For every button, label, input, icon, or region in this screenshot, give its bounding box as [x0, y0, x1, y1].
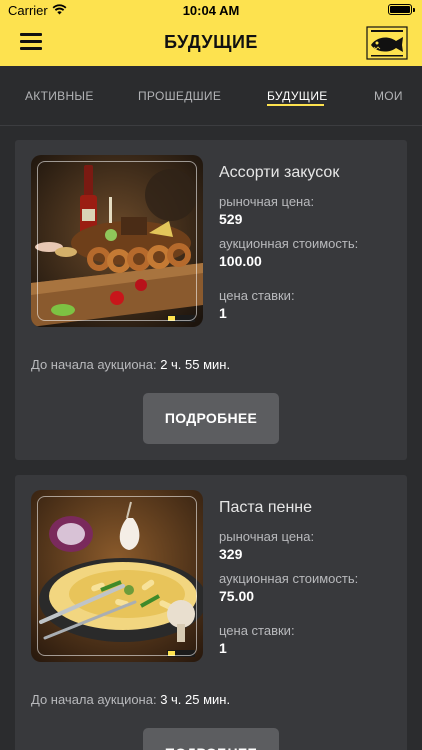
bid-price-label: цена ставки: — [219, 623, 295, 638]
bid-price-label: цена ставки: — [219, 288, 295, 303]
clock: 10:04 AM — [182, 3, 240, 18]
tab-active[interactable]: АКТИВНЫЕ — [25, 89, 94, 103]
market-price-value: 529 — [219, 211, 243, 227]
tab-past[interactable]: ПРОШЕДШИЕ — [138, 89, 221, 103]
lot-title: Ассорти закусок — [219, 164, 340, 181]
appetizer-platter-photo[interactable] — [31, 155, 203, 327]
market-price-value: 329 — [219, 546, 243, 562]
tab-upcoming[interactable]: БУДУЩИЕ — [267, 89, 328, 103]
countdown-label: До начала аукциона: — [31, 357, 161, 372]
bid-price-value: 1 — [219, 305, 227, 321]
auction-countdown: До начала аукциона: 3 ч. 25 мин. — [31, 692, 230, 707]
market-price-label: рыночная цена: — [219, 194, 315, 209]
countdown-label: До начала аукциона: — [31, 692, 161, 707]
penne-pasta-photo[interactable] — [31, 490, 203, 662]
battery-icon — [388, 4, 415, 15]
countdown-value: 3 ч. 25 мин. — [160, 692, 231, 707]
lot-card: Ассорти закусок рыночная цена: 529 аукци… — [15, 140, 407, 460]
auction-cost-label: аукционная стоимость: — [219, 236, 359, 251]
auction-cost-value: 75.00 — [219, 588, 255, 604]
details-button[interactable]: ПОДРОБНЕЕ — [143, 393, 279, 444]
market-price-label: рыночная цена: — [219, 529, 315, 544]
tab-indicator — [267, 104, 324, 106]
countdown-value: 2 ч. 55 мин. — [160, 357, 231, 372]
auction-countdown: До начала аукциона: 2 ч. 55 мин. — [31, 357, 230, 372]
auction-cost-value: 100.00 — [219, 253, 262, 269]
status-bar: Carrier 10:04 AM — [0, 0, 422, 22]
lot-title: Паста пенне — [219, 499, 313, 516]
tab-bar: АКТИВНЫЕ ПРОШЕДШИЕ БУДУЩИЕ МОИ — [0, 66, 422, 126]
header: Carrier 10:04 AM БУДУЩИЕ — [0, 0, 422, 66]
page-title: БУДУЩИЕ — [164, 32, 258, 52]
fish-logo-icon[interactable] — [366, 26, 408, 60]
bid-price-value: 1 — [219, 640, 227, 656]
details-button[interactable]: ПОДРОБНЕЕ — [143, 728, 279, 750]
auction-cost-label: аукционная стоимость: — [219, 571, 359, 586]
tab-mine[interactable]: МОИ — [374, 89, 403, 103]
lot-card: Паста пенне рыночная цена: 329 аукционна… — [15, 475, 407, 750]
